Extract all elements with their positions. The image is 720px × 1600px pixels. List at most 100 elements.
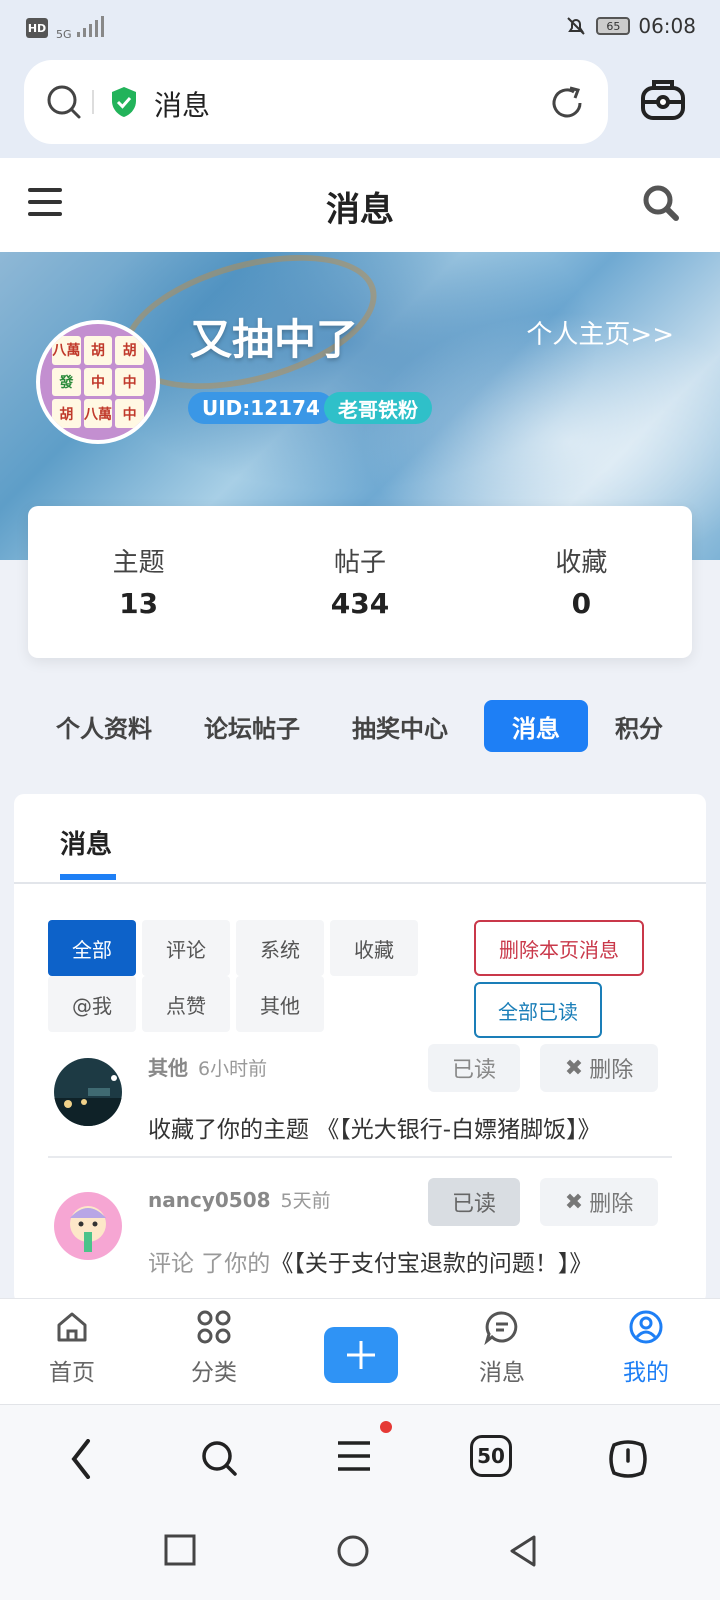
sender-name: nancy0508 bbox=[148, 1188, 271, 1212]
tab-lottery[interactable]: 抽奖中心 bbox=[342, 700, 458, 752]
profile-home-link[interactable]: 个人主页>> bbox=[526, 314, 674, 351]
mute-notification-icon bbox=[567, 17, 586, 35]
message-body[interactable]: 《【关于支付宝退款的问题！】》 bbox=[270, 1251, 592, 1277]
site-search-icon[interactable] bbox=[642, 184, 680, 222]
shield-icon bbox=[112, 87, 136, 117]
battery-icon: 65 bbox=[596, 17, 631, 35]
filter-comments[interactable]: 评论 bbox=[142, 920, 230, 976]
message-time: 6小时前 bbox=[198, 1058, 268, 1080]
mark-all-read-button[interactable]: 全部已读 bbox=[474, 982, 602, 1038]
filter-system[interactable]: 系统 bbox=[236, 920, 324, 976]
system-nav-bar bbox=[0, 1508, 720, 1600]
delete-label: 删除 bbox=[589, 1192, 634, 1217]
delete-page-messages-button[interactable]: 删除本页消息 bbox=[474, 920, 644, 976]
mark-read-button[interactable]: 已读 bbox=[428, 1178, 520, 1226]
reload-icon[interactable] bbox=[546, 82, 588, 124]
username: 又抽中了 bbox=[190, 315, 359, 364]
stat-posts[interactable]: 帖子 434 bbox=[249, 506, 470, 658]
status-bar: HD 5G 65 06:08 bbox=[0, 0, 720, 54]
page-title: 消息 bbox=[326, 190, 394, 230]
uid-badge: UID:12174 bbox=[188, 392, 334, 424]
delete-message-button[interactable]: ✖ 删除 bbox=[540, 1044, 658, 1092]
mahjong-tile: 胡 bbox=[83, 336, 113, 365]
filter-other[interactable]: 其他 bbox=[236, 976, 324, 1032]
close-icon: ✖ bbox=[564, 1189, 584, 1215]
search-icon[interactable] bbox=[200, 1439, 238, 1477]
plus-icon bbox=[347, 1341, 375, 1369]
filter-favorites[interactable]: 收藏 bbox=[330, 920, 418, 976]
nav-label: 消息 bbox=[479, 1360, 525, 1386]
clock: 06:08 bbox=[638, 14, 696, 38]
grid-icon bbox=[197, 1310, 231, 1344]
tab-profile[interactable]: 个人资料 bbox=[46, 700, 162, 752]
home-button-icon[interactable] bbox=[336, 1534, 370, 1568]
message-sender: nancy0508 5天前 bbox=[148, 1186, 331, 1213]
stat-label: 帖子 bbox=[333, 548, 386, 578]
nav-label: 我的 bbox=[623, 1360, 669, 1386]
nav-home[interactable]: 首页 bbox=[12, 1309, 132, 1387]
sender-name: 其他 bbox=[148, 1056, 188, 1080]
stat-topics[interactable]: 主题 13 bbox=[28, 506, 249, 658]
delete-message-button[interactable]: ✖ 删除 bbox=[540, 1178, 658, 1226]
mark-read-button[interactable]: 已读 bbox=[428, 1044, 520, 1092]
stat-favorites[interactable]: 收藏 0 bbox=[471, 506, 692, 658]
mahjong-tile: 中 bbox=[115, 399, 144, 428]
message-text[interactable]: 收藏了你的主题 《【光大银行-白嫖猪脚饭】》 bbox=[148, 1110, 601, 1144]
signal-icon: 5G bbox=[56, 16, 109, 40]
nav-messages[interactable]: 消息 bbox=[442, 1309, 562, 1387]
message-item[interactable]: nancy0508 5天前 评论 了你的《【关于支付宝退款的问题！】》 已读 ✖ 删… bbox=[48, 1178, 672, 1304]
stat-value: 13 bbox=[119, 587, 159, 620]
stat-label: 主题 bbox=[112, 548, 165, 578]
chat-icon bbox=[484, 1311, 518, 1346]
message-body[interactable]: 收藏了你的主题 《【光大银行-白嫖猪脚饭】》 bbox=[148, 1117, 601, 1143]
back-icon[interactable] bbox=[68, 1439, 94, 1479]
url-title[interactable]: 消息 bbox=[154, 84, 210, 124]
browser-toolbar: 消息 bbox=[0, 54, 720, 158]
fan-badge: 老哥铁粉 bbox=[324, 392, 432, 424]
message-sender: 其他 6小时前 bbox=[148, 1052, 267, 1081]
mahjong-tile: 中 bbox=[83, 367, 113, 397]
filter-mentions[interactable]: @我 bbox=[48, 976, 136, 1032]
nav-categories[interactable]: 分类 bbox=[154, 1309, 274, 1387]
hd-indicator: HD bbox=[26, 18, 48, 38]
message-avatar[interactable] bbox=[54, 1058, 122, 1126]
tab-messages[interactable]: 消息 bbox=[484, 700, 588, 752]
message-avatar[interactable] bbox=[54, 1192, 122, 1260]
add-post-button[interactable] bbox=[324, 1327, 398, 1383]
stats-card: 主题 13 帖子 434 收藏 0 bbox=[28, 506, 692, 658]
stat-label: 收藏 bbox=[555, 548, 608, 578]
address-bar[interactable]: 消息 bbox=[24, 60, 608, 144]
toolbox-icon[interactable] bbox=[640, 76, 686, 122]
mahjong-tile: 胡 bbox=[52, 399, 81, 428]
avatar[interactable]: 八萬胡胡發中中胡八萬中 bbox=[36, 320, 160, 444]
nav-label: 首页 bbox=[49, 1360, 95, 1386]
search-icon[interactable] bbox=[46, 84, 82, 120]
tabs-count-icon[interactable]: 50 bbox=[470, 1435, 512, 1477]
address-divider bbox=[92, 90, 94, 114]
messages-panel: 消息 全部 评论 系统 收藏 @我 点赞 其他 删除本页消息 全部已读 其他 6小… bbox=[14, 794, 706, 1304]
tab-forum-posts[interactable]: 论坛帖子 bbox=[194, 700, 310, 752]
menu-icon[interactable] bbox=[336, 1439, 372, 1473]
more-icon[interactable] bbox=[608, 1439, 648, 1479]
delete-label: 删除 bbox=[589, 1058, 634, 1083]
mahjong-tile: 八萬 bbox=[83, 399, 113, 428]
mahjong-tile: 胡 bbox=[115, 336, 144, 365]
divider bbox=[14, 882, 706, 884]
stat-value: 0 bbox=[571, 587, 592, 620]
filter-likes[interactable]: 点赞 bbox=[142, 976, 230, 1032]
browser-bottom-bar: 50 bbox=[0, 1404, 720, 1508]
stat-value: 434 bbox=[330, 587, 390, 620]
tab-points[interactable]: 积分 bbox=[606, 700, 672, 752]
nav-mine[interactable]: 我的 bbox=[586, 1309, 706, 1387]
panel-tab-messages[interactable]: 消息 bbox=[60, 824, 112, 861]
home-icon bbox=[57, 1312, 87, 1342]
tab-underline bbox=[60, 874, 116, 880]
notification-dot bbox=[380, 1421, 392, 1433]
back-button-icon[interactable] bbox=[508, 1534, 538, 1568]
recent-apps-icon[interactable] bbox=[164, 1534, 196, 1566]
close-icon: ✖ bbox=[564, 1055, 584, 1081]
app-bottom-nav: 首页 分类 消息 我的 bbox=[0, 1298, 720, 1404]
message-text[interactable]: 评论 了你的《【关于支付宝退款的问题！】》 bbox=[148, 1244, 592, 1278]
filter-all[interactable]: 全部 bbox=[48, 920, 136, 976]
message-divider bbox=[48, 1156, 672, 1158]
